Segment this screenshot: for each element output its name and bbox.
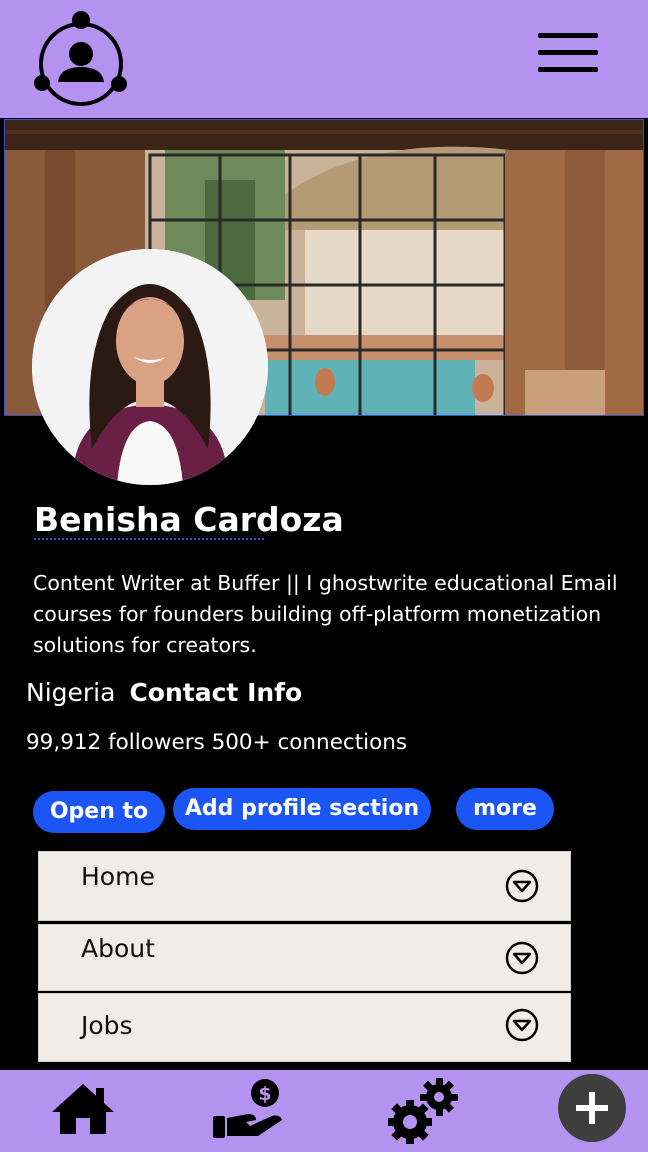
svg-text:$: $ [258,1083,271,1105]
add-profile-section-button[interactable]: Add profile section [173,788,431,830]
connection-stats: 99,912 followers 500+ connections [26,730,408,755]
name-underline [34,538,264,540]
chevron-down-icon [505,1008,539,1042]
home-icon[interactable] [50,1082,116,1136]
location-text: Nigeria [26,678,116,707]
section-home[interactable]: Home [38,851,571,921]
more-button[interactable]: more [456,788,554,830]
profile-network-icon[interactable] [30,10,130,110]
section-label: Home [81,862,155,891]
section-label: Jobs [81,1011,133,1040]
section-jobs[interactable]: Jobs [38,993,571,1062]
location-row: Nigeria Contact Info [26,678,302,707]
contact-info-link[interactable]: Contact Info [129,678,302,707]
section-label: About [81,934,155,963]
top-bar [0,0,648,118]
profile-bio: Content Writer at Buffer || I ghostwrite… [33,571,618,657]
chevron-down-icon [505,869,539,903]
section-about[interactable]: About [38,924,571,991]
hamburger-menu-icon[interactable] [536,30,600,76]
open-to-button[interactable]: Open to [33,791,165,833]
chevron-down-icon [505,941,539,975]
add-button[interactable] [558,1074,626,1142]
salary-hand-icon[interactable]: $ [210,1076,290,1140]
plus-icon [576,1092,608,1124]
profile-name: Benisha Cardoza [34,500,344,539]
settings-gears-icon[interactable] [384,1074,462,1148]
avatar[interactable] [32,249,268,485]
